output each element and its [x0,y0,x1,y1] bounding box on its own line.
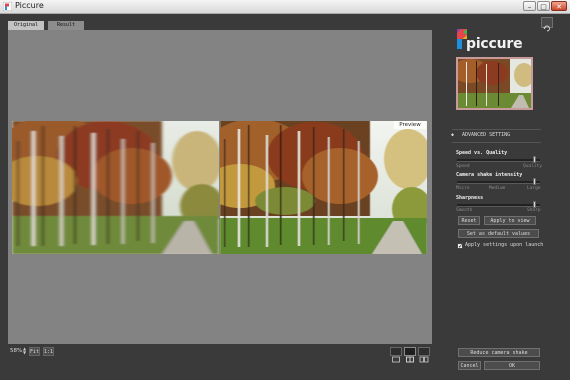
side-by-side-icon [419,356,429,363]
camera-shake-handle[interactable] [532,178,536,185]
zoom-level: 58% [10,348,23,354]
quality-label: Quality [523,164,542,169]
preview-label: Preview [394,121,426,129]
fit-button[interactable]: Fit [29,347,40,356]
original-image [12,121,219,254]
sharpness-label: Sharpness [456,195,484,201]
zoom-stepper[interactable]: ▲ ▼ [23,347,28,355]
chevron-down-icon[interactable]: ▼ [23,351,28,355]
sharpness-handle[interactable] [532,201,536,208]
smooth-label: Smooth [456,208,473,213]
tab-original[interactable]: Original [8,21,44,30]
large-label: Large [527,186,541,191]
logo-text: piccure [466,36,523,52]
split-view-icon [406,356,414,363]
collapse-icon: ◆ [451,132,455,138]
navigator-thumbnail[interactable] [456,57,533,110]
refresh-icon [543,25,550,32]
advanced-settings-title: ADVANCED SETTING [462,132,511,138]
speed-label: Speed [456,164,470,169]
advanced-settings-header[interactable]: ◆ ADVANCED SETTING [451,132,510,138]
one-to-one-button[interactable]: 1:1 [43,347,54,356]
set-default-button[interactable]: Set as default values [458,229,539,238]
result-image [220,121,427,254]
maximize-button[interactable]: □ [537,1,550,11]
split-view-button[interactable] [404,347,416,363]
side-by-side-button[interactable] [418,347,430,363]
single-view-button[interactable] [390,347,402,363]
micro-label: Micro [456,186,470,191]
close-button[interactable]: ✕ [551,1,567,11]
speed-quality-slider[interactable] [457,159,540,162]
speed-quality-label: Speed vs. Quality [456,150,508,156]
single-view-icon [392,356,400,363]
camera-shake-slider[interactable] [457,181,540,184]
speed-quality-handle[interactable] [532,156,536,163]
reset-button[interactable]: Reset [458,216,480,225]
reduce-camera-shake-button[interactable]: Reduce camera shake [458,348,540,357]
app-icon [3,2,12,11]
sharp-label: Sharp [527,208,541,213]
minimize-button[interactable]: – [523,1,536,11]
cancel-button[interactable]: Cancel [458,361,481,370]
title-bar: Piccure – □ ✕ [0,0,570,14]
camera-shake-label: Camera shake intensity [456,172,523,178]
divider [452,129,541,130]
ok-button[interactable]: OK [484,361,540,370]
tab-result[interactable]: Result [48,21,84,30]
medium-label: Medium [489,186,506,191]
apply-to-view-button[interactable]: Apply to view [484,216,536,225]
apply-on-launch-checkbox[interactable]: ✓ [457,243,463,250]
divider [452,142,541,143]
window-title: Piccure [15,1,44,10]
refresh-button[interactable] [541,17,553,32]
sharpness-slider[interactable] [457,204,540,207]
apply-on-launch-label: Apply settings upon launch [465,242,544,248]
